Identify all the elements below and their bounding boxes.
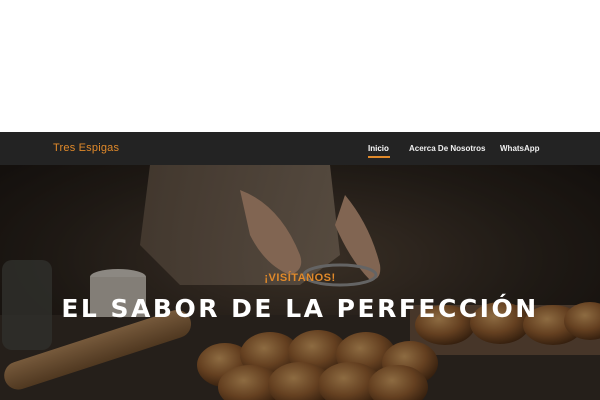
hero-tagline: ¡VISÍTANOS! [264,272,336,284]
blank-area [0,0,600,132]
active-nav-indicator [368,156,390,158]
nav-item-whatsapp[interactable]: WhatsApp [500,144,540,153]
hero-section: ¡VISÍTANOS! EL SABOR DE LA PERFECCIÓN [0,165,600,400]
nav-item-acerca[interactable]: Acerca De Nosotros [409,144,485,153]
brand-logo[interactable]: Tres Espigas [53,142,119,154]
hero-headline: EL SABOR DE LA PERFECCIÓN [61,294,539,323]
nav-item-inicio[interactable]: Inicio [368,144,389,153]
navbar: Tres Espigas Inicio Acerca De Nosotros W… [0,132,600,165]
